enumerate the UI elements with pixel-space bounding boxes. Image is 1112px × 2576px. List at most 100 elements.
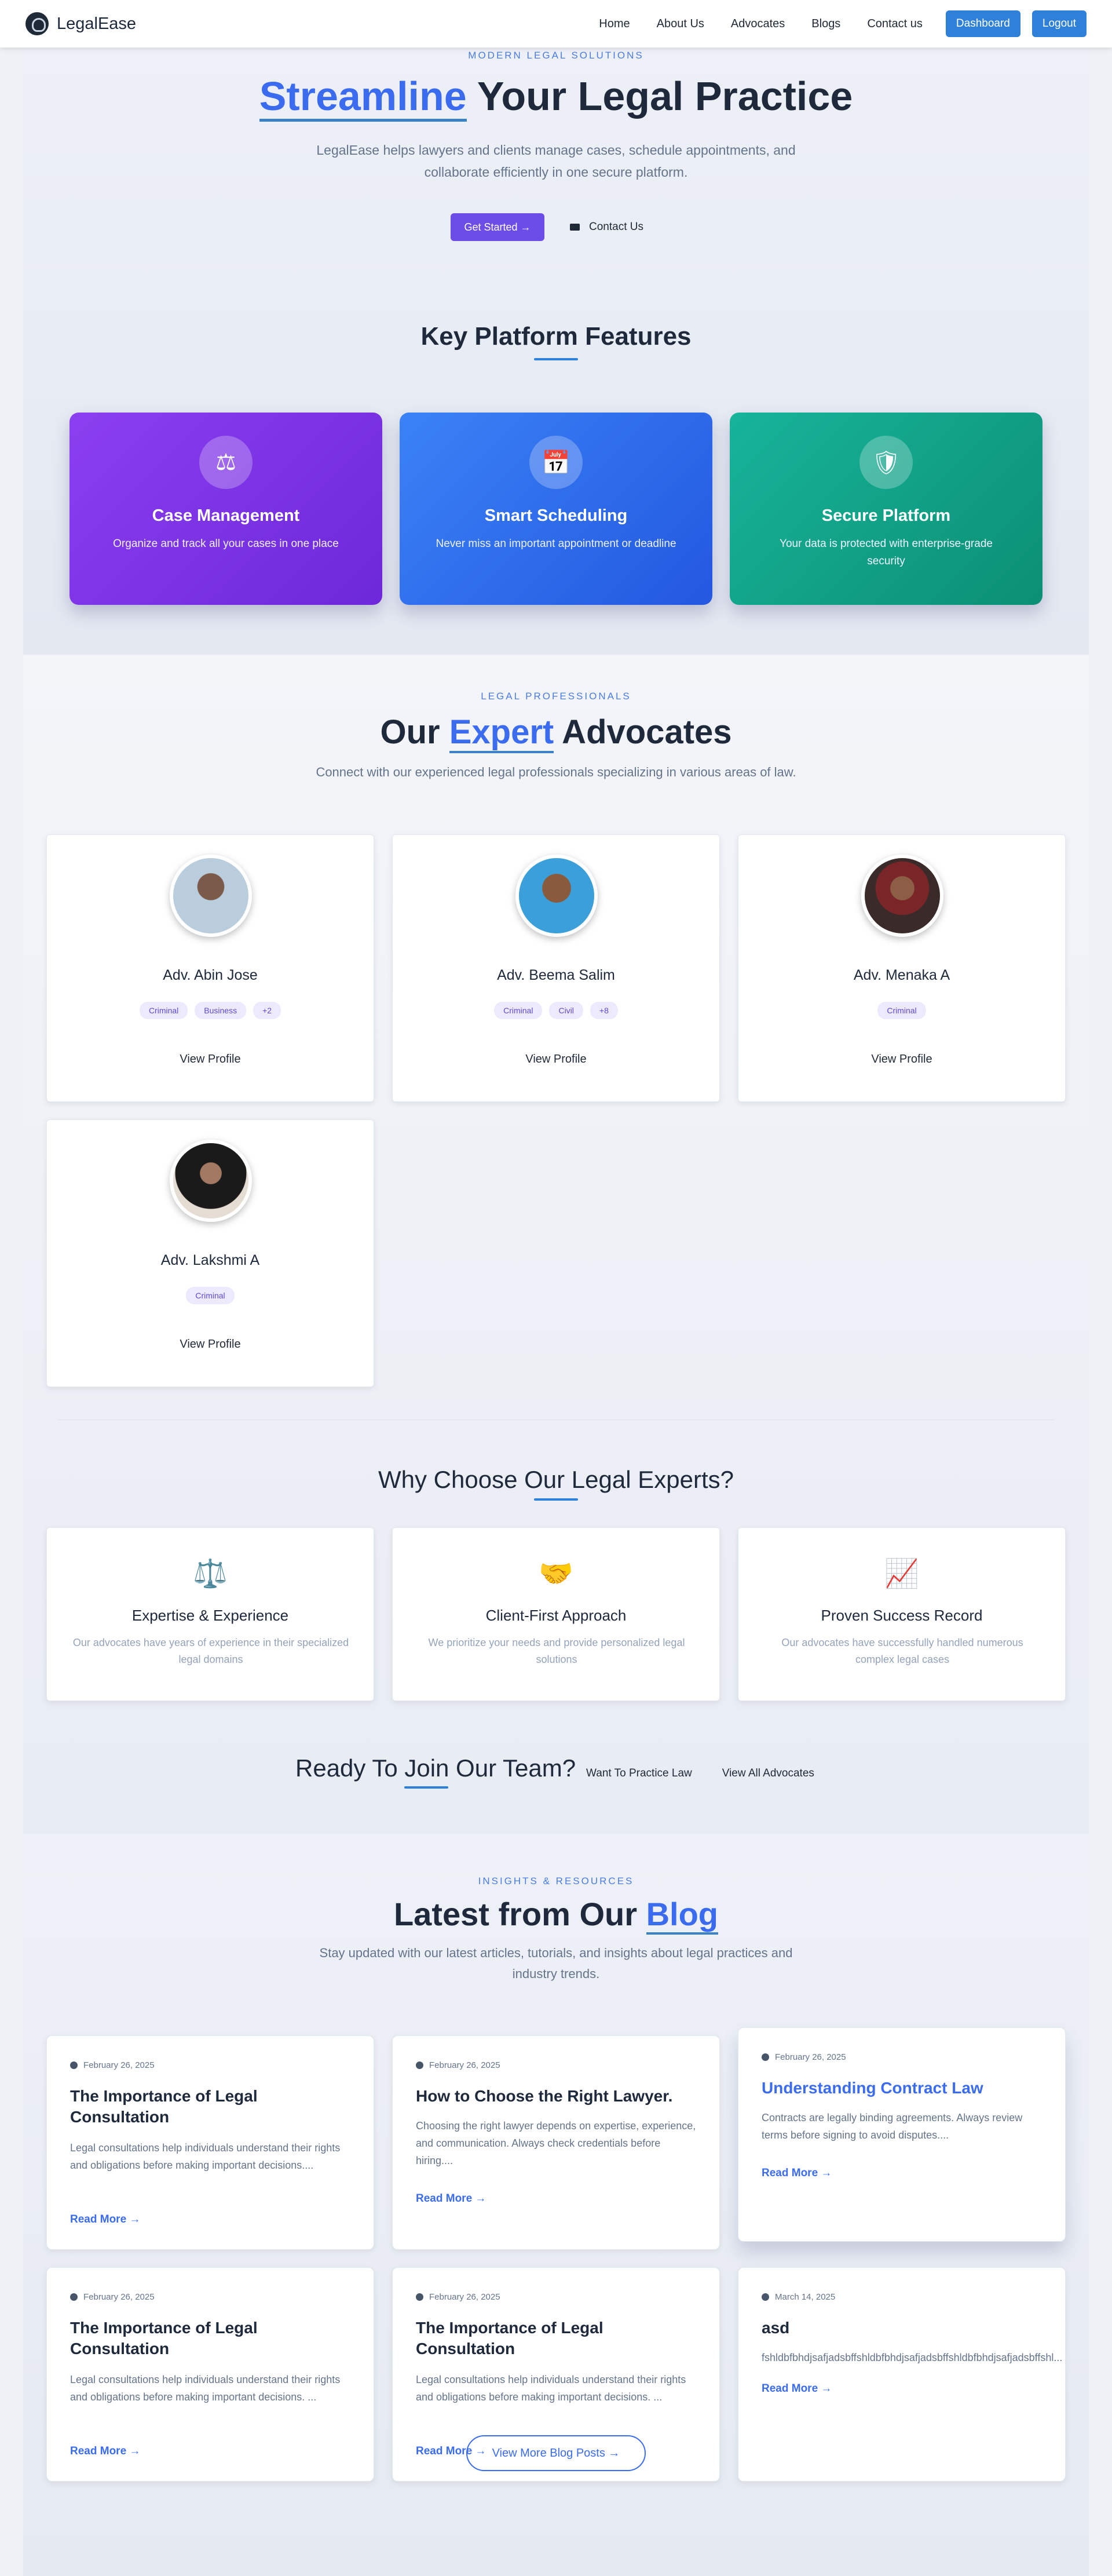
contact-us-button[interactable]: Contact Us — [570, 213, 643, 241]
clock-icon — [416, 2293, 423, 2301]
blog-post-title[interactable]: The Importance of Legal Consultation — [70, 2318, 348, 2359]
specialty-tag: +8 — [590, 1002, 618, 1019]
brand-name: LegalEase — [57, 14, 137, 33]
specialty-tags: Criminal — [738, 1002, 1065, 1019]
feature-card-secure-platform[interactable]: 🛡 Secure Platform Your data is protected… — [730, 413, 1042, 605]
why-card-description: Our advocates have years of experience i… — [72, 1637, 349, 1665]
blog-date-text: March 14, 2025 — [775, 2292, 836, 2302]
view-profile-link[interactable]: View Profile — [47, 1053, 374, 1066]
advocate-card[interactable]: Adv. Lakshmi A Criminal View Profile — [46, 1119, 374, 1387]
blog-card[interactable]: February 26, 2025 The Importance of Lega… — [46, 2267, 374, 2482]
advocates-subtitle: Connect with our experienced legal profe… — [316, 765, 796, 779]
read-more-link[interactable]: Read More → — [762, 2167, 832, 2180]
view-more-blog-button[interactable]: View More Blog Posts → — [466, 2435, 646, 2471]
feature-card-smart-scheduling[interactable]: 📅 Smart Scheduling Never miss an importa… — [400, 413, 712, 605]
brand-logo[interactable]: LegalEase — [25, 12, 136, 35]
blog-date-text: February 26, 2025 — [775, 2052, 846, 2062]
blog-card[interactable]: February 26, 2025 Understanding Contract… — [738, 2027, 1066, 2242]
specialty-tag: Criminal — [186, 1287, 235, 1304]
hero-title-highlight: Streamline — [259, 74, 467, 122]
feature-title: Smart Scheduling — [484, 506, 628, 525]
specialty-tags: Criminal Business +2 — [47, 1002, 374, 1019]
nav-link-home[interactable]: Home — [599, 17, 630, 31]
blog-excerpt: Contracts are legally binding agreements… — [762, 2112, 1023, 2141]
advocate-card[interactable]: Adv. Beema Salim Criminal Civil +8 View … — [392, 834, 720, 1102]
blog-title: Latest from Our Blog — [23, 1895, 1089, 1935]
specialty-tag: Business — [195, 1002, 247, 1019]
specialty-tag: Criminal — [877, 1002, 926, 1019]
handshake-icon: 🤝 — [539, 1559, 573, 1589]
clock-icon — [70, 2293, 78, 2301]
view-profile-link[interactable]: View Profile — [393, 1053, 719, 1066]
hero-section: MODERN LEGAL SOLUTIONS Streamline Your L… — [23, 0, 1089, 655]
blog-excerpt: fshldbfbhdjsafjadsbffshldbfbhdjsafjadsbf… — [762, 2352, 1063, 2363]
blog-card[interactable]: February 26, 2025 How to Choose the Righ… — [392, 2035, 720, 2250]
blog-post-title[interactable]: Understanding Contract Law — [762, 2078, 1040, 2099]
clock-icon — [70, 2061, 78, 2069]
advocate-name: Adv. Abin Jose — [163, 967, 258, 983]
advocates-section: LEGAL PROFESSIONALS Our Expert Advocates… — [23, 655, 1089, 1834]
feature-card-case-management[interactable]: ⚖ Case Management Organize and track all… — [70, 413, 382, 605]
blog-excerpt: Legal consultations help individuals und… — [70, 2374, 341, 2403]
advocate-name: Adv. Lakshmi A — [160, 1252, 260, 1268]
read-more-link[interactable]: Read More → — [70, 2213, 140, 2226]
nav-link-contact[interactable]: Contact us — [867, 17, 923, 31]
dashboard-button[interactable]: Dashboard — [945, 10, 1020, 37]
advocate-card[interactable]: Adv. Abin Jose Criminal Business +2 View… — [46, 834, 374, 1102]
why-card-description: Our advocates have successfully handled … — [781, 1637, 1023, 1665]
hero-title-rest: Your Legal Practice — [466, 74, 853, 119]
blog-date: February 26, 2025 — [762, 2052, 846, 2062]
why-card-success: 📈 Proven Success Record Our advocates ha… — [738, 1527, 1066, 1701]
page-content: MODERN LEGAL SOLUTIONS Streamline Your L… — [23, 0, 1089, 2576]
specialty-tag: Civil — [549, 1002, 583, 1019]
blog-title-pre: Latest from Our — [393, 1896, 646, 1932]
advocates-title: Our Expert Advocates — [23, 713, 1089, 753]
blog-post-title[interactable]: asd — [762, 2318, 1040, 2338]
logout-button[interactable]: Logout — [1031, 10, 1087, 37]
why-card-description: We prioritize your needs and provide per… — [428, 1637, 685, 1665]
blog-post-title[interactable]: How to Choose the Right Lawyer. — [416, 2086, 694, 2107]
blog-excerpt: Choosing the right lawyer depends on exp… — [416, 2120, 696, 2166]
blog-card[interactable]: February 26, 2025 The Importance of Lega… — [46, 2035, 374, 2250]
view-profile-link[interactable]: View Profile — [738, 1053, 1065, 1066]
blog-card[interactable]: March 14, 2025 asd fshldbfbhdjsafjadsbff… — [738, 2267, 1066, 2482]
blog-date: February 26, 2025 — [70, 2060, 155, 2070]
blog-post-title[interactable]: The Importance of Legal Consultation — [416, 2318, 694, 2359]
hero-eyebrow: MODERN LEGAL SOLUTIONS — [468, 50, 644, 61]
hero-title: Streamline Your Legal Practice — [23, 73, 1089, 122]
nav-link-blogs[interactable]: Blogs — [811, 17, 840, 31]
advocates-title-post: Advocates — [554, 713, 732, 751]
hero-subtitle: LegalEase helps lawyers and clients mana… — [316, 143, 796, 180]
practice-law-link[interactable]: Want To Practice Law — [586, 1767, 692, 1780]
get-started-button[interactable]: Get Started → — [451, 213, 544, 241]
logo-icon — [25, 12, 49, 35]
blog-excerpt: Legal consultations help individuals und… — [416, 2374, 686, 2403]
view-all-advocates-link[interactable]: View All Advocates — [722, 1767, 814, 1780]
advocates-title-pre: Our — [380, 713, 449, 751]
why-card-title: Client-First Approach — [485, 1607, 627, 1624]
blog-post-title[interactable]: The Importance of Legal Consultation — [70, 2086, 348, 2128]
blog-date-text: February 26, 2025 — [83, 2292, 155, 2302]
read-more-link[interactable]: Read More → — [762, 2382, 832, 2395]
clock-icon — [416, 2061, 423, 2069]
scale-icon: ⚖️ — [193, 1559, 228, 1589]
read-more-link[interactable]: Read More → — [416, 2192, 486, 2205]
nav-link-about[interactable]: About Us — [657, 17, 704, 31]
avatar — [861, 855, 943, 937]
nav-link-advocates[interactable]: Advocates — [731, 17, 785, 31]
navbar: LegalEase Home About Us Advocates Blogs … — [0, 0, 1112, 48]
specialty-tag: Criminal — [139, 1002, 188, 1019]
avatar — [170, 855, 252, 937]
blog-date-text: February 26, 2025 — [83, 2060, 155, 2070]
join-team-row: Ready To Join Our Team? Want To Practice… — [295, 1754, 814, 1782]
feature-description: Organize and track all your cases in one… — [113, 538, 339, 550]
advocate-card[interactable]: Adv. Menaka A Criminal View Profile — [738, 834, 1066, 1102]
view-profile-link[interactable]: View Profile — [47, 1338, 374, 1351]
contact-us-label: Contact Us — [589, 221, 643, 233]
why-title-underline — [534, 1498, 578, 1501]
why-card-title: Expertise & Experience — [131, 1607, 289, 1624]
read-more-link[interactable]: Read More → — [70, 2445, 140, 2458]
blog-date: February 26, 2025 — [70, 2292, 155, 2302]
avatar — [515, 855, 598, 937]
blog-date: February 26, 2025 — [416, 2292, 500, 2302]
